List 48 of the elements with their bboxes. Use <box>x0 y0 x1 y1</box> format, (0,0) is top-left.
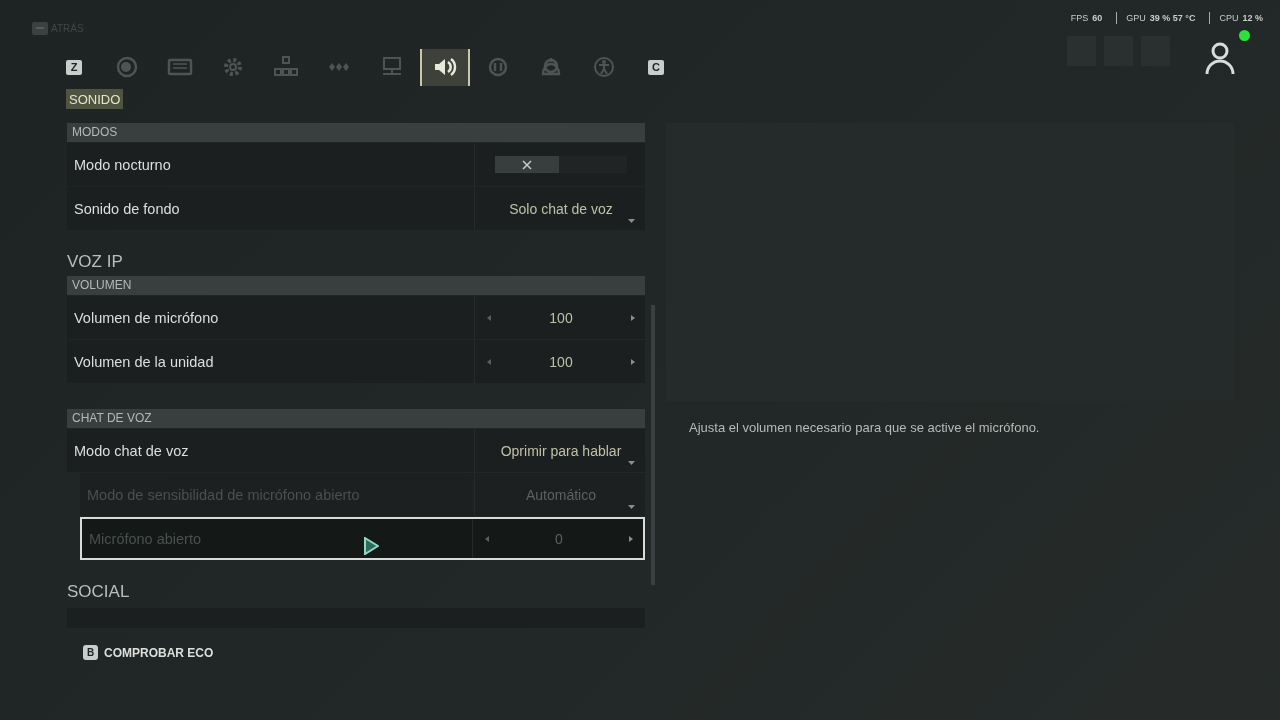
perf-value: 60 <box>1092 13 1103 23</box>
dropdown-caret-icon <box>628 219 635 223</box>
setting-label: Volumen de micrófono <box>67 296 475 339</box>
setting-label: Volumen de la unidad <box>67 340 475 383</box>
group-header: CHAT DE VOZ <box>67 409 645 428</box>
accessibility-icon <box>591 54 617 80</box>
section-title: VOZ IP <box>67 251 124 273</box>
setting-label: Modo chat de voz <box>67 429 475 472</box>
user-icon <box>1205 41 1235 75</box>
perf-label: CPU <box>1219 13 1239 23</box>
dropdown-caret-icon <box>628 505 635 509</box>
stepper-value: 100 <box>548 309 574 326</box>
mouse-cursor-icon <box>363 537 379 555</box>
perf-label: GPU <box>1126 13 1146 23</box>
setting-row[interactable]: Modo chat de voz Oprimir para hablar <box>67 429 645 472</box>
setting-label: Modo nocturno <box>67 143 475 186</box>
group-header: VOLUMEN <box>67 276 645 295</box>
right-arrow-icon <box>631 314 635 321</box>
toggle-switch[interactable] <box>495 156 627 173</box>
setting-row[interactable]: Volumen de micrófono 100 <box>67 296 645 339</box>
cross-icon <box>522 159 532 170</box>
settings-tab[interactable] <box>420 48 470 86</box>
back-key-icon <box>32 21 48 35</box>
setting-row[interactable]: Volumen de la unidad 100 <box>67 340 645 383</box>
key-hint[interactable]: Z <box>66 59 82 75</box>
section-title: SOCIAL <box>67 581 131 603</box>
group-header: MODOS <box>67 123 645 142</box>
key-hint[interactable]: C <box>648 59 664 75</box>
setting-description: Ajusta el volumen necesario para que se active el micrófono. <box>689 420 1041 435</box>
stepper-value: 0 <box>554 530 564 547</box>
right-arrow-icon <box>629 535 633 542</box>
perf-value: 12 % <box>1242 13 1263 23</box>
dropdown-value: Automático <box>524 486 597 503</box>
right-arrow-icon <box>631 358 635 365</box>
setting-label: Sonido de fondo <box>67 187 475 230</box>
perf-label: FPS <box>1070 13 1089 23</box>
dropdown-value: Solo chat de voz <box>508 200 614 217</box>
setting-row[interactable]: Modo nocturno <box>67 143 645 186</box>
left-arrow-icon <box>487 358 491 365</box>
page-title: SONIDO <box>66 89 124 109</box>
perf-value: 39 % 57 °C <box>1149 13 1196 23</box>
stepper-value: 100 <box>548 353 574 370</box>
dropdown-value: Oprimir para hablar <box>499 442 623 459</box>
echo-test-button[interactable]: B COMPROBAR ECO <box>83 645 214 660</box>
left-arrow-icon <box>485 535 489 542</box>
dropdown-caret-icon <box>628 461 635 465</box>
left-arrow-icon <box>487 314 491 321</box>
setting-row[interactable]: Sonido de fondo Solo chat de voz <box>67 187 645 230</box>
